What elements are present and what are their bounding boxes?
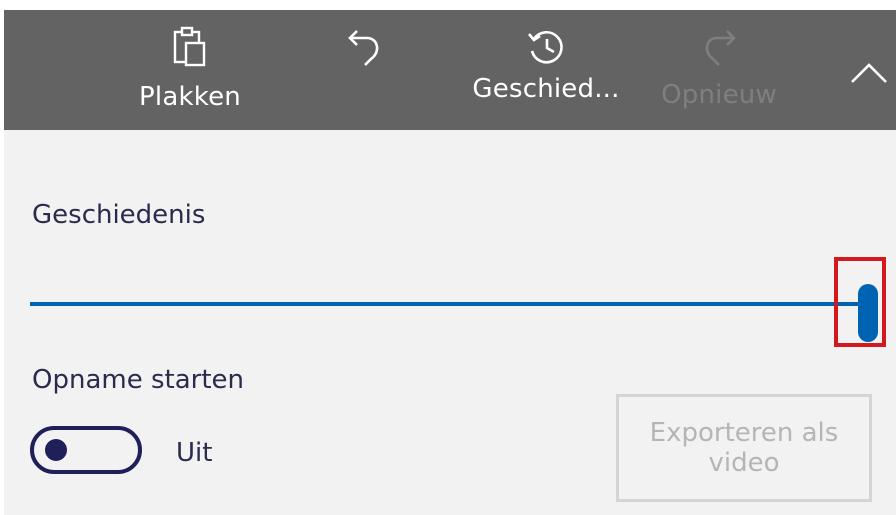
toolbar: Plakken Geschied... Opnieuw: [4, 10, 896, 130]
history-label: Geschied...: [472, 74, 620, 104]
history-slider[interactable]: [30, 280, 888, 342]
toggle-knob: [45, 439, 67, 461]
clipboard-icon: [171, 24, 209, 70]
toggle-state-label: Uit: [176, 438, 213, 468]
undo-icon: [345, 24, 385, 70]
recording-title: Opname starten: [32, 365, 244, 395]
redo-icon: [699, 24, 739, 70]
history-icon: [526, 24, 566, 70]
recording-toggle[interactable]: [30, 426, 142, 474]
collapse-button[interactable]: [842, 48, 896, 102]
slider-thumb-highlight: [834, 257, 886, 347]
redo-button[interactable]: Opnieuw: [652, 10, 786, 130]
history-title: Geschiedenis: [32, 200, 206, 230]
undo-button[interactable]: [330, 10, 400, 130]
export-video-button[interactable]: Exporteren als video: [616, 394, 872, 502]
paste-button[interactable]: Plakken: [132, 10, 248, 130]
export-label: Exporteren als video: [649, 418, 839, 478]
paste-label: Plakken: [139, 82, 241, 112]
slider-track: [30, 302, 868, 306]
history-button[interactable]: Geschied...: [462, 10, 630, 130]
redo-label: Opnieuw: [661, 80, 777, 110]
history-panel: Plakken Geschied... Opnieuw Geschiedenis…: [4, 10, 896, 515]
chevron-up-icon: [849, 61, 889, 89]
